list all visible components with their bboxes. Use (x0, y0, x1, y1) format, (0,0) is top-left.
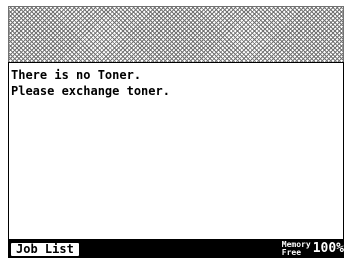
memory-status: Memory Free 100% (282, 240, 344, 258)
header-pattern-band (8, 6, 344, 62)
panel-screen: There is no Toner. Please exchange toner… (0, 0, 352, 258)
message-panel: There is no Toner. Please exchange toner… (8, 62, 344, 240)
message-line-2: Please exchange toner. (11, 84, 170, 98)
memory-label: Memory Free (282, 241, 311, 257)
message-line-1: There is no Toner. (11, 68, 142, 82)
memory-label-bottom: Free (281, 248, 302, 257)
memory-free-value: 100% (312, 241, 344, 256)
job-list-button[interactable]: Job List (10, 242, 80, 257)
message-text: There is no Toner. Please exchange toner… (11, 67, 170, 99)
footer-bar: Job List Memory Free 100% (8, 240, 344, 258)
